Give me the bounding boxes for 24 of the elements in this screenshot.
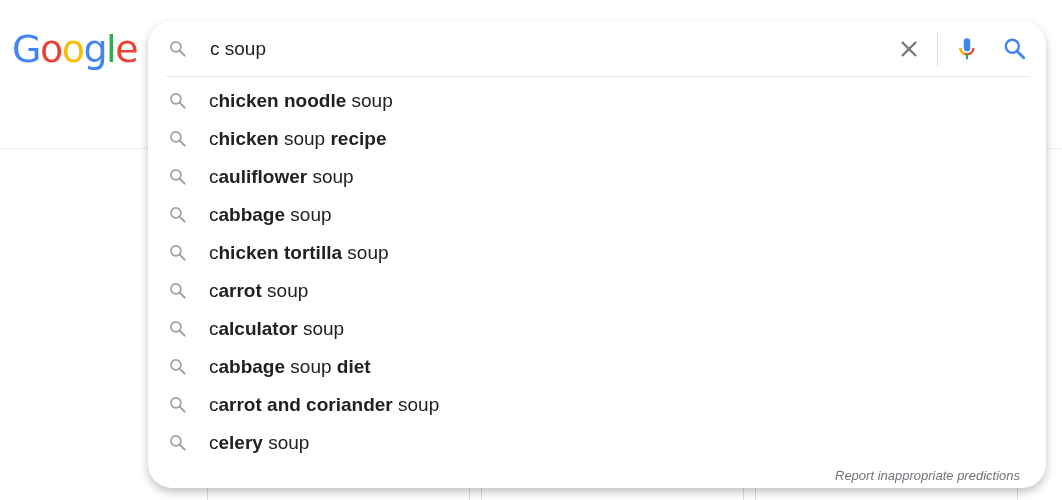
report-link[interactable]: Report inappropriate predictions	[835, 468, 1020, 483]
suggestion-item[interactable]: chicken tortilla soup	[148, 234, 1046, 272]
search-field[interactable]: c soup	[188, 37, 897, 60]
google-logo[interactable]: Google	[12, 30, 138, 68]
search-icon	[168, 91, 188, 111]
search-icon	[168, 167, 188, 187]
suggestion-item[interactable]: chicken soup recipe	[148, 120, 1046, 158]
search-icon	[168, 205, 188, 225]
search-icon	[168, 129, 188, 149]
suggestion-item[interactable]: celery soup	[148, 424, 1046, 462]
search-icon	[168, 38, 188, 59]
search-icon	[168, 281, 188, 301]
search-icon	[168, 433, 188, 453]
suggestion-item[interactable]: chicken noodle soup	[148, 82, 1046, 120]
search-icon	[168, 357, 188, 377]
suggestion-item[interactable]: cabbage soup	[148, 196, 1046, 234]
suggestion-item[interactable]: calculator soup	[148, 310, 1046, 348]
suggestion-item[interactable]: cauliflower soup	[148, 158, 1046, 196]
suggestion-item[interactable]: carrot and coriander soup	[148, 386, 1046, 424]
suggestion-item[interactable]: cabbage soup diet	[148, 348, 1046, 386]
search-icon	[168, 243, 188, 263]
suggestion-item[interactable]: carrot soup	[148, 272, 1046, 310]
search-icon	[168, 319, 188, 339]
search-icon	[168, 395, 188, 415]
